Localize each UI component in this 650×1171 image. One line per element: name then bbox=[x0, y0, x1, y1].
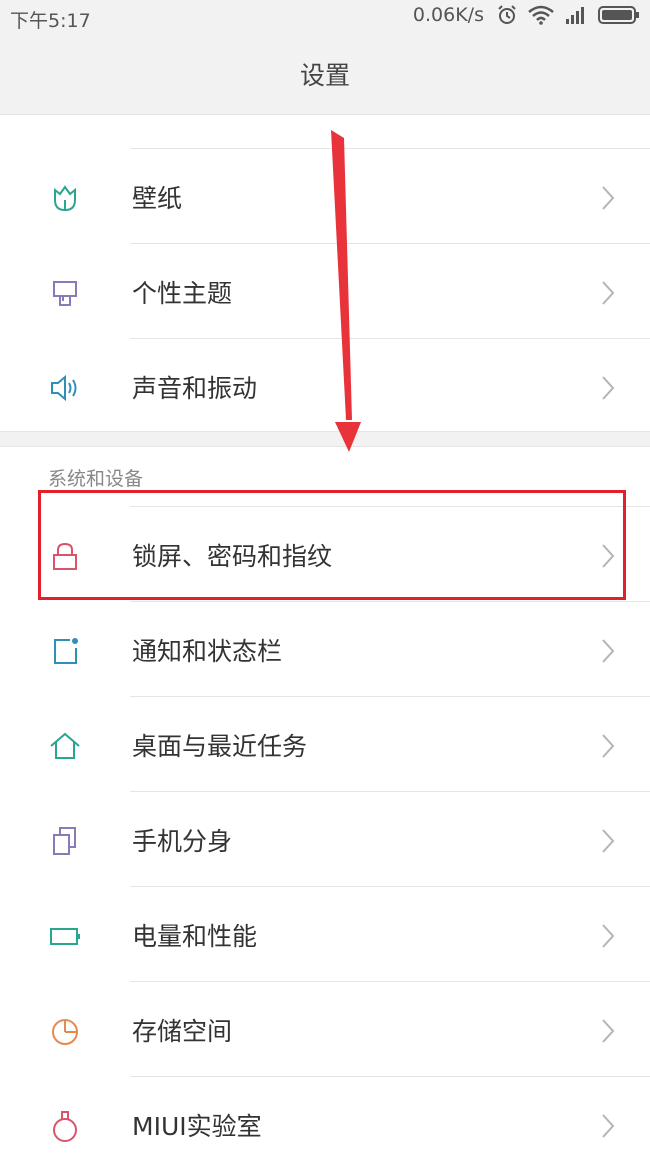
chevron-right-icon bbox=[602, 281, 615, 305]
settings-item-label: 手机分身 bbox=[132, 827, 233, 856]
title-bar: 设置 bbox=[0, 36, 650, 115]
wifi-icon bbox=[528, 5, 554, 25]
settings-item-label: 锁屏、密码和指纹 bbox=[132, 542, 333, 571]
battery-performance-icon bbox=[50, 928, 80, 945]
chevron-right-icon bbox=[602, 1114, 615, 1138]
divider bbox=[130, 506, 650, 507]
chevron-right-icon bbox=[602, 639, 615, 663]
chevron-right-icon bbox=[602, 734, 615, 758]
settings-item-label: 通知和状态栏 bbox=[132, 637, 283, 666]
settings-item-label: 存储空间 bbox=[132, 1017, 233, 1046]
settings-item-theme[interactable]: 个性主题 bbox=[0, 243, 650, 338]
settings-item-label: 壁纸 bbox=[132, 184, 183, 213]
settings-item-notifications[interactable]: 通知和状态栏 bbox=[0, 601, 650, 696]
divider bbox=[130, 791, 650, 792]
divider bbox=[130, 148, 650, 149]
second-space-icon bbox=[53, 827, 76, 855]
settings-item-label: 个性主题 bbox=[132, 279, 233, 308]
settings-item-storage[interactable]: 存储空间 bbox=[0, 981, 650, 1076]
top-settings-list: 壁纸 个性主题 声音和振动 bbox=[0, 148, 650, 433]
system-settings-list: 锁屏、密码和指纹 通知和状态栏 桌面与最近任务 手机分身 电量和性能 存储空间 … bbox=[0, 506, 650, 1171]
sound-icon bbox=[51, 374, 77, 402]
settings-item-lockscreen[interactable]: 锁屏、密码和指纹 bbox=[0, 506, 650, 601]
battery-icon bbox=[598, 6, 639, 24]
settings-item-label: 声音和振动 bbox=[132, 374, 258, 403]
wallpaper-icon bbox=[54, 185, 76, 212]
chevron-right-icon bbox=[602, 186, 615, 210]
settings-item-home[interactable]: 桌面与最近任务 bbox=[0, 696, 650, 791]
page-title: 设置 bbox=[299, 61, 350, 90]
chevron-right-icon bbox=[602, 924, 615, 948]
divider bbox=[130, 338, 650, 339]
settings-item-label: 电量和性能 bbox=[132, 922, 258, 951]
status-right: 0.06K/s bbox=[413, 4, 640, 26]
section-separator bbox=[0, 431, 650, 447]
settings-item-battery[interactable]: 电量和性能 bbox=[0, 886, 650, 981]
chevron-right-icon bbox=[602, 1019, 615, 1043]
chevron-right-icon bbox=[602, 544, 615, 568]
divider bbox=[130, 601, 650, 602]
divider bbox=[130, 981, 650, 982]
lab-icon bbox=[53, 1111, 77, 1142]
section-header: 系统和设备 bbox=[48, 468, 144, 490]
status-bar: 下午5:17 0.06K/s bbox=[0, 0, 650, 36]
settings-item-sound[interactable]: 声音和振动 bbox=[0, 338, 650, 433]
divider bbox=[130, 1076, 650, 1077]
chevron-right-icon bbox=[602, 376, 615, 400]
network-speed: 0.06K/s bbox=[412, 4, 484, 26]
theme-icon bbox=[53, 281, 77, 306]
status-time: 下午5:17 bbox=[10, 10, 91, 32]
settings-item-label: 桌面与最近任务 bbox=[132, 732, 308, 761]
settings-item-wallpaper[interactable]: 壁纸 bbox=[0, 148, 650, 243]
lock-icon bbox=[53, 542, 77, 570]
settings-item-miui-lab[interactable]: MIUI实验室 bbox=[0, 1076, 650, 1171]
storage-icon bbox=[52, 1019, 78, 1045]
settings-item-second-space[interactable]: 手机分身 bbox=[0, 791, 650, 886]
divider bbox=[130, 696, 650, 697]
divider bbox=[130, 243, 650, 244]
signal-icon bbox=[566, 7, 584, 24]
settings-item-label: MIUI实验室 bbox=[132, 1112, 262, 1141]
notification-icon bbox=[54, 638, 78, 664]
alarm-icon bbox=[498, 5, 516, 24]
divider bbox=[130, 886, 650, 887]
home-icon bbox=[50, 732, 80, 759]
chevron-right-icon bbox=[602, 829, 615, 853]
